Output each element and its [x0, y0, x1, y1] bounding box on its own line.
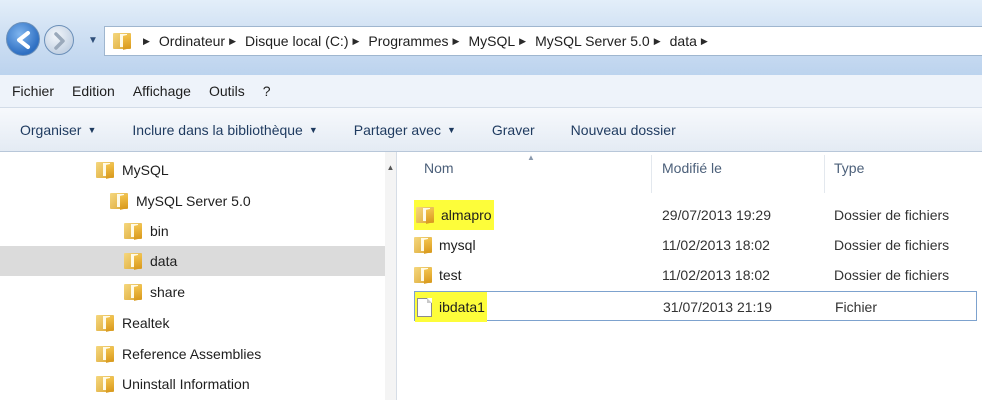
command-bar: Organiser ▼ Inclure dans la bibliothèque ▼… — [0, 108, 982, 152]
column-header-name[interactable]: Nom — [424, 160, 454, 176]
chevron-down-icon: ▼ — [87, 124, 97, 135]
tree-item-bin[interactable]: bin — [124, 216, 169, 246]
breadcrumb-separator-icon[interactable]: ▶ — [143, 36, 150, 47]
breadcrumb-programmes[interactable]: Programmes ▶ — [368, 33, 468, 49]
breadcrumb-data[interactable]: data ▶ — [670, 33, 717, 49]
folder-icon — [124, 253, 142, 270]
breadcrumb-mysql-server[interactable]: MySQL Server 5.0 ▶ — [535, 33, 670, 49]
breadcrumb-separator-icon[interactable]: ▶ — [453, 36, 460, 47]
tree-item-mysql[interactable]: MySQL — [96, 155, 169, 185]
breadcrumb-mysql[interactable]: MySQL ▶ — [468, 33, 535, 49]
tree-item-data[interactable]: data — [0, 246, 385, 276]
tree-item-mysql-server[interactable]: MySQL Server 5.0 — [110, 186, 251, 216]
file-row-test[interactable]: test 11/02/2013 18:02 Dossier de fichier… — [414, 260, 974, 290]
breadcrumb-separator-icon[interactable]: ▶ — [352, 36, 359, 47]
tree-item-realtek[interactable]: Realtek — [96, 308, 169, 338]
menu-edition[interactable]: Edition — [72, 83, 115, 99]
file-type-cell: Dossier de fichiers — [834, 207, 950, 223]
address-bar[interactable]: ▶ Ordinateur ▶ Disque local (C:) ▶ Program… — [104, 26, 982, 56]
menu-affichage[interactable]: Affichage — [133, 83, 191, 99]
menu-fichier[interactable]: Fichier — [12, 83, 54, 99]
folder-icon — [96, 315, 114, 332]
folder-icon — [414, 237, 432, 254]
back-button[interactable] — [6, 22, 40, 56]
folder-icon — [96, 376, 114, 393]
folder-icon — [96, 346, 114, 363]
file-modified-cell: 29/07/2013 19:29 — [662, 207, 771, 223]
new-folder-button[interactable]: Nouveau dossier — [571, 122, 676, 138]
file-name-cell: mysql — [414, 230, 476, 260]
folder-icon — [414, 267, 432, 284]
navigation-scrollbar[interactable] — [385, 152, 396, 400]
folder-icon — [110, 193, 128, 210]
file-type-cell: Dossier de fichiers — [834, 267, 950, 283]
organiser-button[interactable]: Organiser ▼ — [20, 122, 96, 138]
tree-item-reference-assemblies[interactable]: Reference Assemblies — [96, 339, 261, 369]
file-name-cell: almapro — [414, 200, 494, 230]
menu-bar: Fichier Edition Affichage Outils ? — [0, 75, 982, 108]
share-with-button[interactable]: Partager avec ▼ — [354, 122, 456, 138]
burn-button[interactable]: Graver — [492, 122, 535, 138]
menu-outils[interactable]: Outils — [209, 83, 245, 99]
file-icon — [417, 297, 432, 317]
breadcrumb-disque-local[interactable]: Disque local (C:) ▶ — [245, 33, 368, 49]
sort-ascending-icon: ▲ — [527, 153, 535, 162]
menu-help[interactable]: ? — [263, 83, 271, 99]
file-row-ibdata1[interactable]: ibdata1 31/07/2013 21:19 Fichier — [414, 291, 977, 322]
tree-item-uninstall-information[interactable]: Uninstall Information — [96, 369, 250, 399]
column-header-modified[interactable]: Modifié le — [662, 160, 722, 176]
folder-icon — [124, 284, 142, 301]
file-modified-cell: 11/02/2013 18:02 — [662, 267, 770, 283]
column-header-type[interactable]: Type — [834, 160, 864, 176]
breadcrumb-separator-icon[interactable]: ▶ — [654, 36, 661, 47]
include-library-button[interactable]: Inclure dans la bibliothèque ▼ — [132, 122, 317, 138]
file-modified-cell: 11/02/2013 18:02 — [662, 237, 770, 253]
column-separator[interactable] — [824, 155, 825, 193]
folder-icon — [113, 33, 131, 50]
file-row-mysql[interactable]: mysql 11/02/2013 18:02 Dossier de fichie… — [414, 230, 974, 260]
tree-item-share[interactable]: share — [124, 277, 185, 307]
folder-icon — [96, 162, 114, 179]
breadcrumb-separator-icon[interactable]: ▶ — [701, 36, 708, 47]
arrow-right-icon — [54, 32, 65, 50]
history-dropdown-icon[interactable]: ▼ — [88, 35, 98, 46]
breadcrumb-ordinateur[interactable]: Ordinateur ▶ — [159, 33, 245, 49]
file-row-almapro[interactable]: almapro 29/07/2013 19:29 Dossier de fich… — [414, 200, 974, 230]
file-name-cell: test — [414, 260, 462, 290]
chevron-down-icon: ▼ — [446, 124, 456, 135]
column-separator[interactable] — [651, 155, 652, 193]
arrow-left-icon — [17, 31, 30, 49]
breadcrumb-separator-icon[interactable]: ▶ — [519, 36, 526, 47]
address-bar-area: ▼ ▶ Ordinateur ▶ Disque local (C:) ▶ Progr… — [0, 0, 982, 75]
scroll-up-icon[interactable]: ▲ — [385, 163, 396, 172]
file-type-cell: Dossier de fichiers — [834, 237, 950, 253]
breadcrumb-separator-icon[interactable]: ▶ — [229, 36, 236, 47]
file-name-cell: ibdata1 — [415, 292, 487, 322]
forward-button[interactable] — [44, 25, 74, 55]
file-type-cell: Fichier — [835, 299, 878, 315]
file-modified-cell: 31/07/2013 21:19 — [663, 299, 772, 315]
folder-icon — [416, 207, 434, 224]
folder-icon — [124, 223, 142, 240]
chevron-down-icon: ▼ — [308, 124, 318, 135]
